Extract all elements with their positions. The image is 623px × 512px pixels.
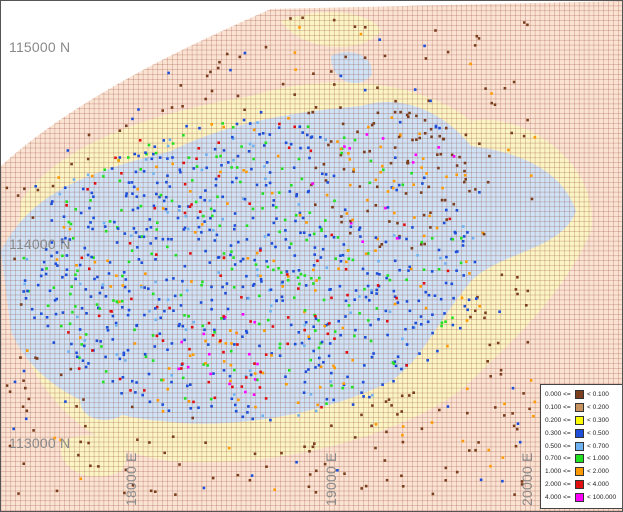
legend-swatch (575, 454, 584, 464)
legend-item: 0.200 <= < 0.300 (545, 414, 619, 427)
northing-label-113000: 113000 N (9, 435, 71, 451)
northing-label-115000: 115000 N (9, 39, 71, 55)
legend-item: 2.000 <= < 4.000 (545, 478, 619, 491)
legend-high: < 0.500 (587, 429, 609, 437)
legend-swatch (575, 441, 584, 451)
legend-low: 4.000 <= (545, 494, 571, 502)
easting-label-20000: 20000 E (519, 452, 535, 506)
legend-low: 0.200 <= (545, 416, 571, 424)
legend-item: 0.000 <= < 0.100 (545, 388, 619, 401)
legend-high: < 100.000 (587, 494, 617, 502)
legend-high: < 0.200 (587, 403, 609, 411)
legend-swatch (575, 480, 584, 490)
legend-low: 1.000 <= (545, 468, 571, 476)
map-view[interactable]: 115000 N 114000 N 113000 N 18000 E 19000… (0, 0, 623, 512)
legend-low: 0.700 <= (545, 455, 571, 463)
legend-item: 0.700 <= < 1.000 (545, 452, 619, 465)
legend-swatch (575, 415, 584, 425)
easting-label-18000: 18000 E (123, 452, 139, 506)
legend-item: 4.000 <= < 100.000 (545, 491, 619, 504)
legend-low: 0.500 <= (545, 442, 571, 450)
legend-low: 0.300 <= (545, 429, 571, 437)
legend-low: 0.000 <= (545, 390, 571, 398)
legend-low: 0.100 <= (545, 403, 571, 411)
legend-high: < 1.000 (587, 455, 609, 463)
legend-item: 0.300 <= < 0.500 (545, 427, 619, 440)
legend-swatch (575, 467, 584, 477)
legend-swatch (575, 493, 584, 503)
legend-item: 0.500 <= < 0.700 (545, 440, 619, 453)
easting-label-19000: 19000 E (323, 452, 339, 506)
legend-swatch (575, 428, 584, 438)
legend-item: 0.100 <= < 0.200 (545, 401, 619, 414)
legend-item: 1.000 <= < 2.000 (545, 465, 619, 478)
northing-label-114000: 114000 N (9, 236, 71, 252)
legend-high: < 4.000 (587, 481, 609, 489)
legend-high: < 0.700 (587, 442, 609, 450)
legend-high: < 0.300 (587, 416, 609, 424)
legend-swatch (575, 402, 584, 412)
grade-legend: 0.000 <= < 0.100 0.100 <= < 0.200 0.200 <=… (540, 384, 622, 509)
legend-high: < 0.100 (587, 390, 609, 398)
legend-high: < 2.000 (587, 468, 609, 476)
legend-swatch (575, 389, 584, 399)
grade-map-canvas[interactable] (1, 1, 622, 511)
legend-low: 2.000 <= (545, 481, 571, 489)
